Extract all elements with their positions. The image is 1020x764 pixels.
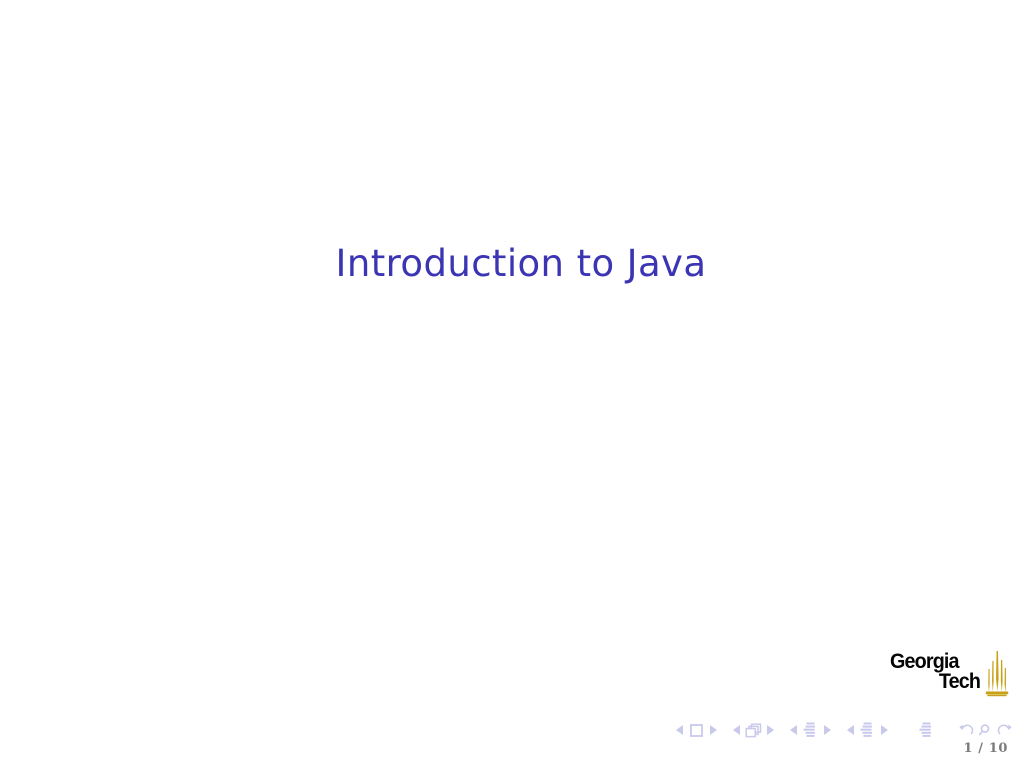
magnifier-icon[interactable] (977, 719, 994, 741)
square-icon[interactable] (686, 719, 706, 741)
triangle-right-icon[interactable] (821, 719, 832, 741)
list-lines-icon[interactable] (857, 719, 877, 741)
triangle-left-icon[interactable] (731, 719, 742, 741)
arrow-forward-icon[interactable] (996, 719, 1013, 741)
triangle-right-icon[interactable] (878, 719, 889, 741)
logo-line-tech: Tech (938, 669, 981, 693)
gt-flame-icon (985, 651, 1009, 697)
beamer-navigation-bar (0, 718, 1020, 742)
title-block: Introduction to Java (0, 242, 1020, 285)
triangle-right-icon[interactable] (707, 719, 718, 741)
slide-navigation-group (674, 719, 718, 741)
triangle-left-icon[interactable] (788, 719, 799, 741)
subsection-navigation-group (788, 719, 832, 741)
page-title: Introduction to Java (335, 242, 707, 285)
page-indicator: 1 / 10 (963, 741, 1008, 756)
presentation-outline-icon[interactable] (916, 719, 936, 741)
stacked-pages-icon[interactable] (743, 719, 763, 741)
frame-navigation-group (731, 719, 775, 741)
triangle-left-icon[interactable] (845, 719, 856, 741)
georgia-tech-logo: Georgia Tech (890, 651, 1009, 704)
section-navigation-group (845, 719, 889, 741)
presentation-slide: Introduction to Java Georgia Tech 1 / 10 (0, 0, 1020, 764)
triangle-right-icon[interactable] (764, 719, 775, 741)
arrow-back-icon[interactable] (958, 719, 975, 741)
list-lines-icon[interactable] (800, 719, 820, 741)
triangle-left-icon[interactable] (674, 719, 685, 741)
logo-wordmark: Georgia Tech (890, 651, 982, 693)
